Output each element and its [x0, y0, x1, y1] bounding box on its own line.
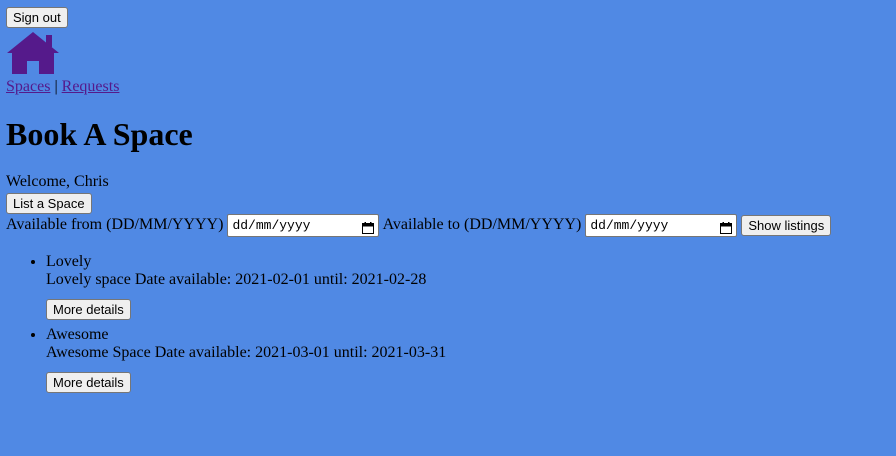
- welcome-message: Welcome, Chris: [6, 173, 109, 190]
- sign-out-button[interactable]: Sign out: [6, 7, 68, 28]
- list-item: Awesome Awesome Space Date available: 20…: [46, 326, 446, 395]
- available-to-placeholder: dd/mm/yyyy: [590, 218, 669, 233]
- page: Sign out Spaces | Requests Book A Space …: [6, 7, 896, 393]
- calendar-icon[interactable]: [362, 220, 375, 234]
- calendar-icon[interactable]: [720, 220, 733, 234]
- more-details-button[interactable]: More details: [46, 372, 131, 393]
- listing-title: Lovely: [46, 253, 92, 270]
- available-from-input[interactable]: dd/mm/yyyy: [227, 214, 380, 237]
- home-icon[interactable]: [6, 31, 60, 75]
- nav-link-requests[interactable]: Requests: [62, 78, 120, 95]
- available-to-label: Available to (DD/MM/YYYY): [382, 216, 582, 234]
- show-listings-button[interactable]: Show listings: [741, 215, 832, 236]
- availability-filter: Available from (DD/MM/YYYY) dd/mm/yyyy A…: [6, 214, 832, 237]
- available-from-label: Available from (DD/MM/YYYY): [6, 216, 224, 234]
- list-item: Lovely Lovely space Date available: 2021…: [46, 253, 446, 322]
- nav-link-spaces[interactable]: Spaces: [6, 78, 50, 95]
- more-details-button[interactable]: More details: [46, 299, 131, 320]
- nav-bar: Spaces | Requests: [6, 78, 896, 96]
- available-to-input[interactable]: dd/mm/yyyy: [585, 214, 738, 237]
- nav-separator: |: [54, 78, 58, 95]
- listings-list: Lovely Lovely space Date available: 2021…: [6, 253, 446, 395]
- listing-description: Lovely space Date available: 2021-02-01 …: [46, 271, 427, 288]
- available-from-placeholder: dd/mm/yyyy: [232, 218, 311, 233]
- page-title: Book A Space: [6, 116, 193, 152]
- listing-title: Awesome: [46, 326, 109, 343]
- list-a-space-button[interactable]: List a Space: [6, 193, 92, 214]
- listing-description: Awesome Space Date available: 2021-03-01…: [46, 344, 447, 361]
